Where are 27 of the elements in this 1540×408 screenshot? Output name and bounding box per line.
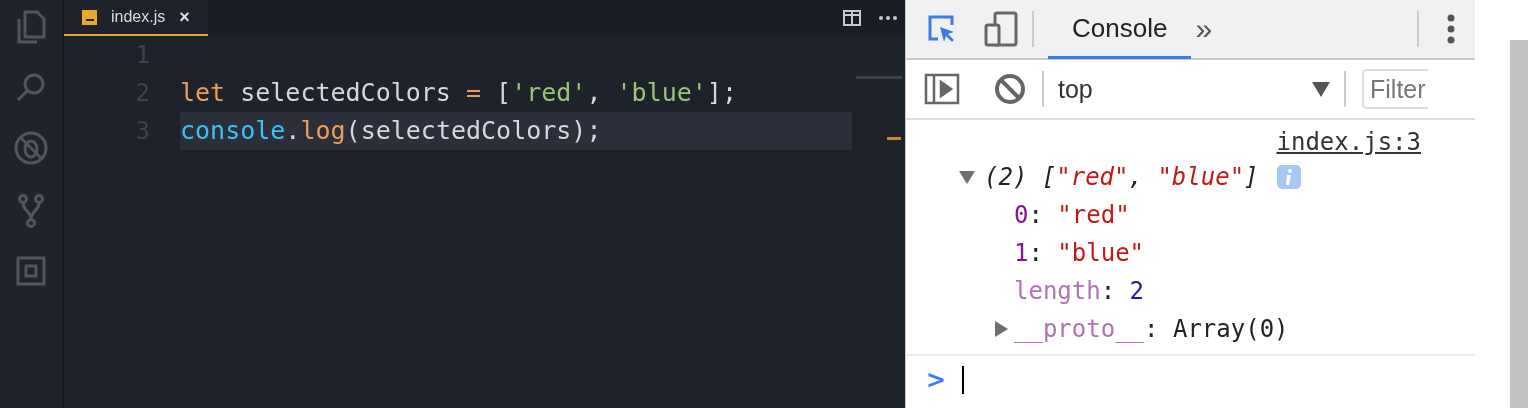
property-line: length: 2 xyxy=(1014,277,1145,305)
scrollbar[interactable] xyxy=(1510,40,1528,408)
kebab-menu-icon[interactable] xyxy=(1447,14,1455,44)
code-line: let selectedColors = ['red', 'blue']; xyxy=(180,77,738,109)
collapsed-triangle-icon[interactable] xyxy=(994,321,1008,337)
array-summary: (2) ["red", "blue"] xyxy=(984,163,1259,191)
info-icon xyxy=(1276,165,1301,189)
property-line: 0: "red" xyxy=(1014,201,1130,229)
expanded-triangle-icon[interactable] xyxy=(959,170,975,184)
close-button[interactable]: × xyxy=(179,6,190,28)
tab-label: index.js xyxy=(111,8,166,26)
editor-tab[interactable]: index.js × xyxy=(64,0,208,36)
text-cursor xyxy=(962,366,965,394)
split-editor-icon[interactable] xyxy=(843,10,861,26)
panel-tab[interactable]: Console xyxy=(1048,1,1192,59)
more-icon[interactable] xyxy=(879,16,897,20)
device-icon[interactable] xyxy=(984,11,1018,47)
filter-field[interactable]: Filter xyxy=(1362,69,1428,109)
more-tabs-button[interactable]: » xyxy=(1195,12,1213,46)
clear-icon[interactable] xyxy=(994,73,1026,105)
property-line: 1: "blue" xyxy=(1014,239,1145,267)
prompt-chevron: > xyxy=(926,366,947,394)
ruler-mark xyxy=(887,137,901,140)
property-line: __proto__: Array(0) xyxy=(1014,315,1289,343)
sidebar-toggle-icon[interactable] xyxy=(924,73,960,105)
js-file-icon xyxy=(82,9,97,25)
source-link[interactable]: index.js:3 xyxy=(1276,128,1421,158)
